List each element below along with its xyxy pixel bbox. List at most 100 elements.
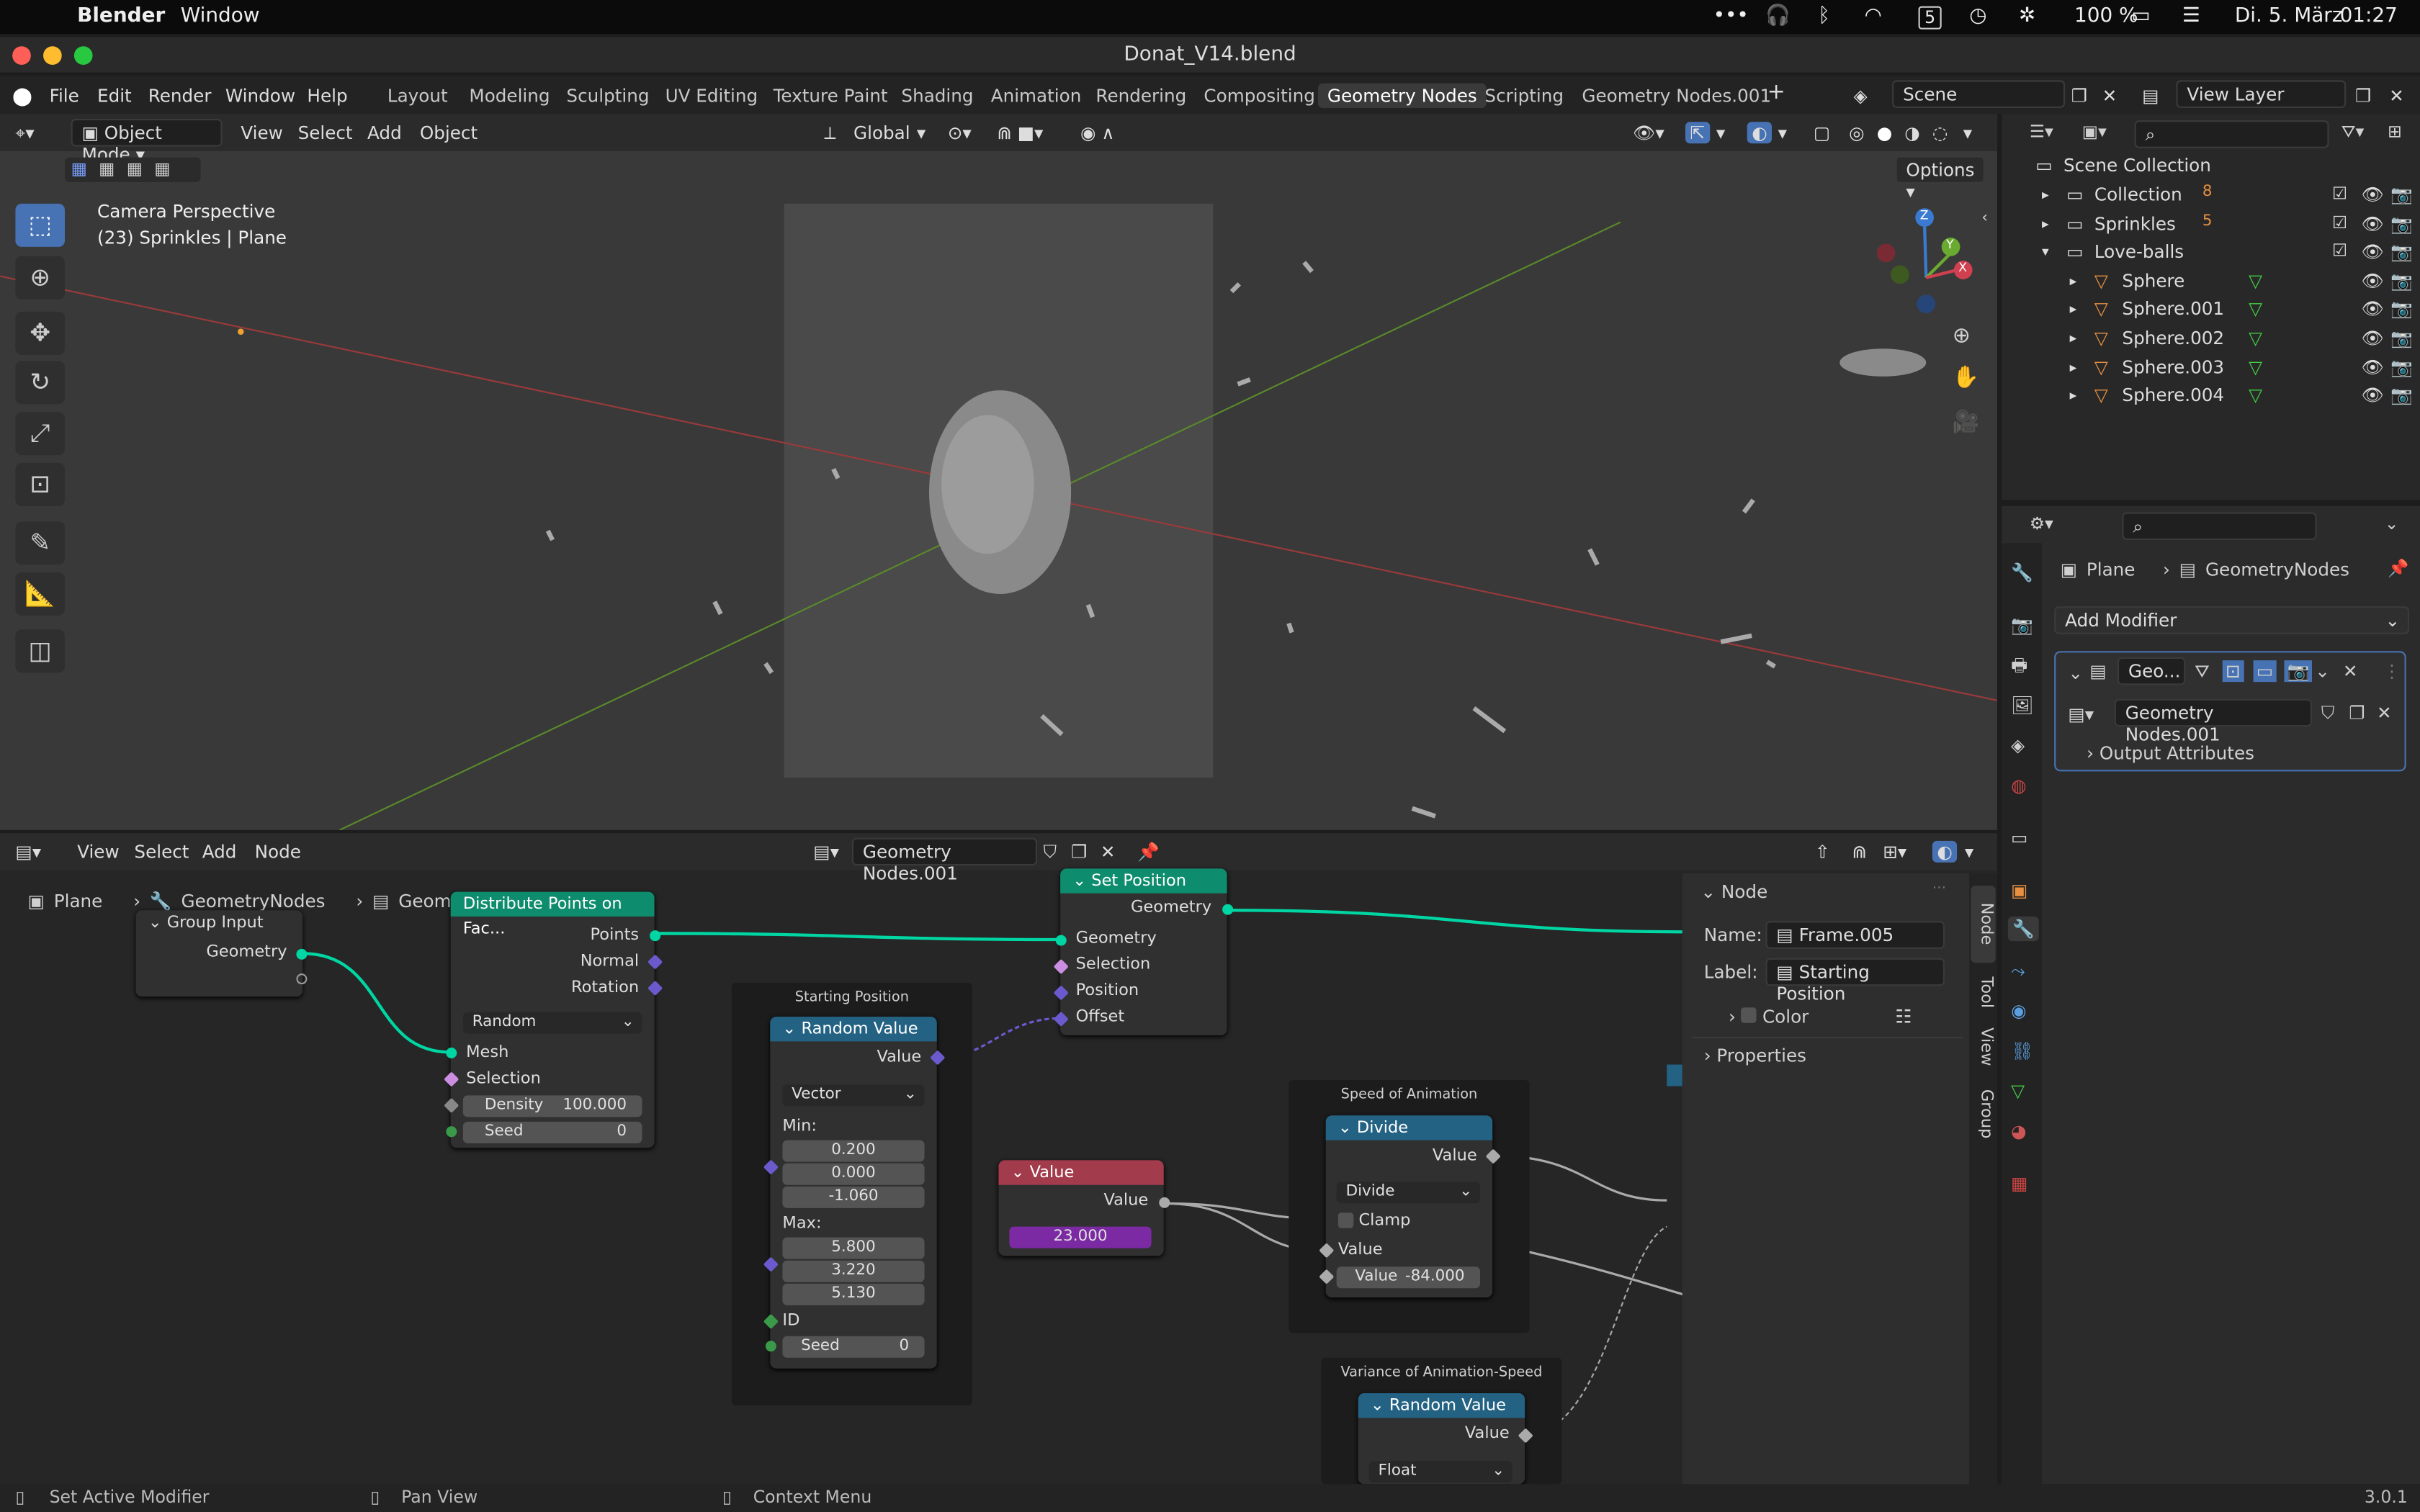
overlay-dropdown-icon[interactable]: ▾	[1778, 122, 1787, 143]
pin-icon[interactable]: 📌	[2388, 559, 2408, 579]
gizmo-z-label[interactable]: Z	[1920, 208, 1929, 222]
viewport-menu-view[interactable]: View	[241, 122, 282, 143]
gizmo-dropdown-icon[interactable]: ▾	[1716, 122, 1725, 143]
min-y-field[interactable]: 0.000	[782, 1163, 925, 1185]
tab-geometry-nodes-001[interactable]: Geometry Nodes.001	[1573, 84, 1780, 108]
tab-compositing[interactable]: Compositing	[1195, 84, 1325, 108]
timemachine-icon[interactable]: ◷	[1969, 4, 1986, 27]
visibility-eye-icon[interactable]: 👁	[2362, 184, 2384, 205]
transform-tool[interactable]: ⊡	[15, 462, 65, 506]
properties-search-input[interactable]: ⌕	[2122, 512, 2317, 540]
viewport-menu-object[interactable]: Object	[420, 122, 478, 143]
viewport-menu-add[interactable]: Add	[367, 122, 402, 143]
orientation-selector[interactable]: Global	[853, 122, 910, 143]
options-button[interactable]: Options ▾	[1895, 156, 1985, 202]
new-collection-icon[interactable]: ⊞	[2388, 122, 2402, 142]
render-camera-icon[interactable]: 📷	[2390, 184, 2413, 205]
tab-uv-editing[interactable]: UV Editing	[656, 84, 767, 108]
random-value-float-node[interactable]: ⌄ Random Value Value Float ⌄	[1358, 1392, 1533, 1485]
world-tab-icon[interactable]: ◍	[2011, 775, 2027, 796]
duplicate-icon[interactable]: ❐	[2349, 702, 2365, 724]
max-y-field[interactable]: 3.220	[782, 1260, 925, 1282]
data-tab-icon[interactable]: ▽	[2011, 1080, 2025, 1102]
annotate-tool[interactable]: ✎	[15, 521, 65, 565]
blender-logo-icon[interactable]: ⬤	[12, 85, 32, 107]
group-input-node[interactable]: ⌄ Group Input Geometry	[135, 910, 308, 997]
color-presets-icon[interactable]: ☷	[1895, 1006, 1912, 1027]
constraints-tab-icon[interactable]: ⛓	[2011, 1040, 2033, 1061]
geometry-output-socket[interactable]	[296, 948, 308, 960]
minimize-window-button[interactable]	[43, 46, 62, 65]
app-menu[interactable]: Blender	[77, 4, 165, 27]
menu-help[interactable]: Help	[307, 85, 347, 107]
measure-tool[interactable]: 📐	[15, 572, 65, 616]
mode-selector[interactable]: ▣ Object Mode ▾	[71, 119, 223, 165]
divide-node[interactable]: ⌄ Divide Value Divide ⌄ Clamp Value Value…	[1319, 1115, 1501, 1298]
editor-type-icon[interactable]: ⌖▾	[15, 122, 34, 145]
modifier-name-field[interactable]: Geo...	[2118, 657, 2186, 685]
color-panel[interactable]: › Color	[1729, 1006, 1809, 1027]
tab-modeling[interactable]: Modeling	[460, 84, 560, 108]
visibility-eye-icon[interactable]: 👁	[2362, 241, 2384, 263]
render-icon[interactable]: 📷	[2284, 660, 2313, 683]
outliner-row[interactable]: ▸ ▭ Collection 8 ☑ 👁 📷	[2002, 184, 2420, 212]
more-icon[interactable]: •••	[1713, 4, 1749, 27]
set-position-geometry-output-socket[interactable]	[1222, 904, 1234, 915]
outliner-editor-icon[interactable]: ☰▾	[2030, 122, 2053, 142]
outliner-row[interactable]: ▸ ▽ Sphere.001 ▽ 👁 📷	[2002, 298, 2420, 326]
tab-sculpting[interactable]: Sculpting	[557, 84, 659, 108]
cage-icon[interactable]: ⊡	[2222, 660, 2244, 683]
control-center-icon[interactable]: ☰	[2182, 4, 2200, 27]
material-tab-icon[interactable]: ◕	[2011, 1120, 2027, 1142]
min-x-field[interactable]: 0.200	[782, 1140, 925, 1162]
density-field[interactable]: Density 100.000	[462, 1095, 642, 1117]
expand-chevron-icon[interactable]: ▸	[2070, 361, 2077, 376]
value-number-field[interactable]: 23.000	[1009, 1226, 1152, 1248]
exclude-checkbox-icon[interactable]: ☑	[2332, 212, 2347, 233]
pivot-icon[interactable]: ⊙▾	[948, 122, 972, 143]
select-new-icon[interactable]: ▦	[71, 159, 87, 179]
expand-chevron-icon[interactable]: ▸	[2042, 188, 2049, 203]
visibility-icon[interactable]: 👁▾	[1633, 122, 1664, 143]
visibility-eye-icon[interactable]: 👁	[2362, 384, 2384, 406]
select-box-tool[interactable]: ⬚	[15, 203, 65, 247]
battery-icon[interactable]: ▭	[2131, 4, 2150, 27]
unlink-icon[interactable]: ✕	[2377, 702, 2392, 724]
expand-chevron-icon[interactable]: ▸	[2070, 303, 2077, 318]
delete-scene-icon[interactable]: ✕	[2102, 85, 2118, 107]
scene-field[interactable]: Scene	[1892, 80, 2066, 108]
clamp-checkbox-box[interactable]	[1337, 1212, 1354, 1228]
random-value-vector-node[interactable]: ⌄ Random Value Value Vector ⌄ Min: 0.200 …	[763, 1017, 946, 1369]
headphones-icon[interactable]: 🎧	[1765, 4, 1791, 27]
max-z-field[interactable]: 5.130	[782, 1283, 925, 1305]
pan-hand-icon[interactable]: ✋	[1953, 366, 1979, 390]
tab-view[interactable]: View	[1971, 1017, 1996, 1075]
move-tool[interactable]: ✥	[15, 311, 65, 355]
xray-icon[interactable]: ▢	[1814, 122, 1830, 143]
random-seed-field[interactable]: Seed 0	[782, 1336, 925, 1358]
node-tree-browse-icon[interactable]: ▤▾	[2068, 703, 2094, 725]
visibility-eye-icon[interactable]: 👁	[2362, 298, 2384, 320]
properties-editor-icon[interactable]: ⚙▾	[2030, 514, 2053, 534]
shading-dropdown-icon[interactable]: ▾	[1963, 122, 1972, 143]
texture-tab-icon[interactable]: ▦	[2011, 1173, 2027, 1194]
outliner-row[interactable]: ▸ ▽ Sphere ▽ 👁 📷	[2002, 270, 2420, 298]
properties-panel[interactable]: › Properties	[1704, 1045, 1806, 1066]
set-position-node[interactable]: ⌄ Set Position Geometry Geometry Selecti…	[1053, 868, 1234, 1035]
copy-scene-icon[interactable]: ❐	[2071, 85, 2087, 107]
solid-shading-icon[interactable]: ●	[1877, 122, 1893, 143]
seed-field[interactable]: Seed 0	[462, 1121, 642, 1143]
close-window-button[interactable]	[12, 46, 31, 65]
drag-handle-icon[interactable]: ⋯	[1932, 881, 1946, 896]
outliner-row[interactable]: ▾ ▭ Love-balls ☑ 👁 📷	[2002, 241, 2420, 269]
tab-geometry-nodes[interactable]: Geometry Nodes	[1318, 83, 1487, 108]
divide-value-field[interactable]: Value -84.000	[1336, 1266, 1480, 1289]
time-label[interactable]: 01:27	[2340, 4, 2398, 27]
overlay-toggle-icon[interactable]: ◐	[1747, 122, 1773, 144]
tool-tab-icon[interactable]: 🔧	[2011, 562, 2033, 583]
visibility-eye-icon[interactable]: 👁	[2362, 356, 2384, 377]
set-position-geometry-socket[interactable]	[1055, 935, 1067, 946]
tab-shading[interactable]: Shading	[892, 84, 983, 108]
math-operation-dropdown[interactable]: Divide ⌄	[1336, 1182, 1480, 1204]
filter-icon[interactable]: ⛛▾	[2341, 122, 2365, 143]
